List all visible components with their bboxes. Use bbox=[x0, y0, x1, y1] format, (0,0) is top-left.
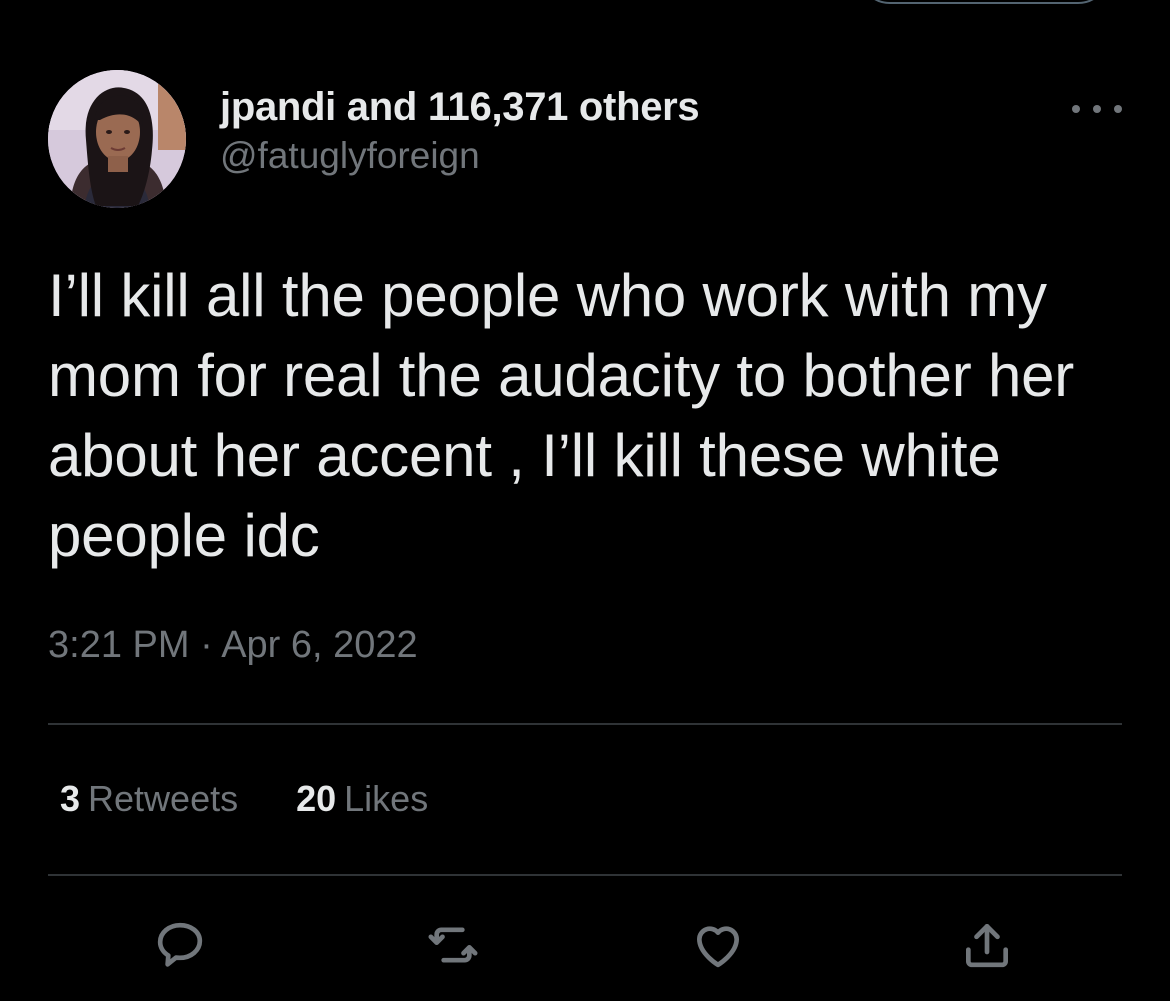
avatar-image bbox=[48, 70, 186, 208]
divider bbox=[48, 723, 1122, 725]
tweet-stats: 3 Retweets 20 Likes bbox=[60, 778, 428, 820]
share-icon bbox=[966, 924, 1008, 968]
more-options-icon[interactable] bbox=[1072, 96, 1122, 122]
dot bbox=[1114, 105, 1122, 113]
heart-icon bbox=[697, 926, 739, 968]
retweet-button[interactable] bbox=[418, 910, 488, 980]
retweets-stat[interactable]: 3 Retweets bbox=[60, 778, 238, 820]
retweet-icon bbox=[428, 927, 478, 963]
tweet-actions bbox=[0, 910, 1170, 980]
retweets-count: 3 bbox=[60, 778, 81, 819]
display-name[interactable]: jpandi and 116,371 others bbox=[220, 84, 700, 130]
follow-button[interactable] bbox=[858, 0, 1110, 4]
user-handle[interactable]: @fatuglyforeign bbox=[220, 134, 699, 178]
divider bbox=[48, 874, 1122, 876]
reply-icon bbox=[157, 922, 203, 967]
tweet-detail: jpandi and 116,371 others @fatuglyforeig… bbox=[0, 0, 1170, 1001]
user-names: jpandi and 116,371 others @fatuglyforeig… bbox=[220, 84, 700, 178]
dot bbox=[1093, 105, 1101, 113]
avatar[interactable] bbox=[48, 70, 186, 208]
tweet-timestamp[interactable]: 3:21 PM · Apr 6, 2022 bbox=[48, 624, 418, 667]
likes-count: 20 bbox=[296, 778, 337, 819]
likes-label: Likes bbox=[344, 778, 429, 819]
like-button[interactable] bbox=[683, 910, 753, 980]
likes-stat[interactable]: 20 Likes bbox=[296, 778, 428, 820]
dot bbox=[1072, 105, 1080, 113]
retweets-label: Retweets bbox=[88, 778, 239, 819]
tweet-text: I’ll kill all the people who work with m… bbox=[48, 262, 1075, 569]
reply-button[interactable] bbox=[145, 910, 215, 980]
share-button[interactable] bbox=[952, 910, 1022, 980]
